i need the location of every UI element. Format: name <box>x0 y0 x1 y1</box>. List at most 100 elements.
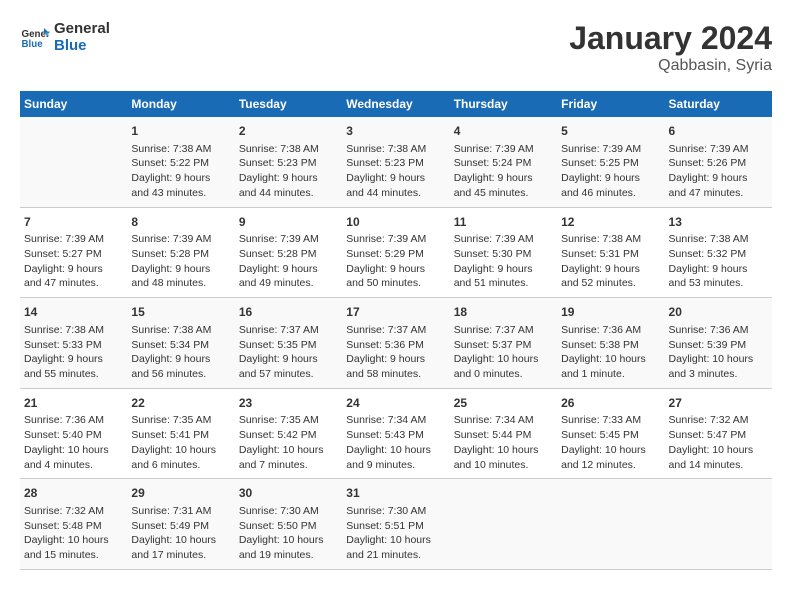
day-info: Sunrise: 7:38 AM Sunset: 5:23 PM Dayligh… <box>239 142 338 201</box>
calendar-cell: 8Sunrise: 7:39 AM Sunset: 5:28 PM Daylig… <box>127 207 234 298</box>
day-number: 19 <box>561 304 660 321</box>
day-info: Sunrise: 7:36 AM Sunset: 5:39 PM Dayligh… <box>669 323 768 382</box>
column-header-tuesday: Tuesday <box>235 91 342 117</box>
calendar-cell <box>20 117 127 207</box>
calendar-cell: 21Sunrise: 7:36 AM Sunset: 5:40 PM Dayli… <box>20 388 127 479</box>
day-info: Sunrise: 7:36 AM Sunset: 5:40 PM Dayligh… <box>24 413 123 472</box>
calendar-week-row: 7Sunrise: 7:39 AM Sunset: 5:27 PM Daylig… <box>20 207 772 298</box>
day-info: Sunrise: 7:38 AM Sunset: 5:31 PM Dayligh… <box>561 232 660 291</box>
calendar-cell: 22Sunrise: 7:35 AM Sunset: 5:41 PM Dayli… <box>127 388 234 479</box>
day-number: 26 <box>561 395 660 412</box>
calendar-cell <box>665 479 772 570</box>
day-info: Sunrise: 7:38 AM Sunset: 5:32 PM Dayligh… <box>669 232 768 291</box>
column-header-thursday: Thursday <box>450 91 557 117</box>
day-info: Sunrise: 7:38 AM Sunset: 5:23 PM Dayligh… <box>346 142 445 201</box>
column-header-saturday: Saturday <box>665 91 772 117</box>
day-info: Sunrise: 7:37 AM Sunset: 5:37 PM Dayligh… <box>454 323 553 382</box>
day-info: Sunrise: 7:39 AM Sunset: 5:26 PM Dayligh… <box>669 142 768 201</box>
day-number: 4 <box>454 123 553 140</box>
calendar-cell: 10Sunrise: 7:39 AM Sunset: 5:29 PM Dayli… <box>342 207 449 298</box>
calendar-cell: 25Sunrise: 7:34 AM Sunset: 5:44 PM Dayli… <box>450 388 557 479</box>
calendar-cell: 31Sunrise: 7:30 AM Sunset: 5:51 PM Dayli… <box>342 479 449 570</box>
day-info: Sunrise: 7:35 AM Sunset: 5:42 PM Dayligh… <box>239 413 338 472</box>
calendar-cell: 3 Sunrise: 7:38 AM Sunset: 5:23 PM Daylig… <box>342 117 449 207</box>
day-number: 10 <box>346 214 445 231</box>
calendar-cell: 11Sunrise: 7:39 AM Sunset: 5:30 PM Dayli… <box>450 207 557 298</box>
day-info: Sunrise: 7:30 AM Sunset: 5:50 PM Dayligh… <box>239 504 338 563</box>
calendar-table: SundayMondayTuesdayWednesdayThursdayFrid… <box>20 91 772 570</box>
calendar-cell: 29Sunrise: 7:31 AM Sunset: 5:49 PM Dayli… <box>127 479 234 570</box>
day-number: 8 <box>131 214 230 231</box>
calendar-subtitle: Qabbasin, Syria <box>569 57 772 75</box>
day-number: 14 <box>24 304 123 321</box>
day-number: 23 <box>239 395 338 412</box>
day-info: Sunrise: 7:32 AM Sunset: 5:48 PM Dayligh… <box>24 504 123 563</box>
column-header-monday: Monday <box>127 91 234 117</box>
calendar-cell: 26Sunrise: 7:33 AM Sunset: 5:45 PM Dayli… <box>557 388 664 479</box>
day-info: Sunrise: 7:34 AM Sunset: 5:44 PM Dayligh… <box>454 413 553 472</box>
day-info: Sunrise: 7:32 AM Sunset: 5:47 PM Dayligh… <box>669 413 768 472</box>
calendar-cell: 27Sunrise: 7:32 AM Sunset: 5:47 PM Dayli… <box>665 388 772 479</box>
calendar-cell: 1 Sunrise: 7:38 AM Sunset: 5:22 PM Daylig… <box>127 117 234 207</box>
day-info: Sunrise: 7:37 AM Sunset: 5:36 PM Dayligh… <box>346 323 445 382</box>
calendar-header-row: SundayMondayTuesdayWednesdayThursdayFrid… <box>20 91 772 117</box>
day-number: 9 <box>239 214 338 231</box>
day-number: 3 <box>346 123 445 140</box>
calendar-week-row: 21Sunrise: 7:36 AM Sunset: 5:40 PM Dayli… <box>20 388 772 479</box>
calendar-cell: 19 Sunrise: 7:36 AM Sunset: 5:38 PM Dayli… <box>557 298 664 389</box>
day-number: 12 <box>561 214 660 231</box>
calendar-week-row: 1 Sunrise: 7:38 AM Sunset: 5:22 PM Daylig… <box>20 117 772 207</box>
calendar-cell: 18 Sunrise: 7:37 AM Sunset: 5:37 PM Dayli… <box>450 298 557 389</box>
calendar-cell: 4Sunrise: 7:39 AM Sunset: 5:24 PM Daylig… <box>450 117 557 207</box>
logo: General Blue General Blue <box>20 20 110 54</box>
day-number: 16 <box>239 304 338 321</box>
calendar-cell: 6Sunrise: 7:39 AM Sunset: 5:26 PM Daylig… <box>665 117 772 207</box>
day-info: Sunrise: 7:38 AM Sunset: 5:22 PM Dayligh… <box>131 142 230 201</box>
calendar-cell: 5 Sunrise: 7:39 AM Sunset: 5:25 PM Daylig… <box>557 117 664 207</box>
day-number: 30 <box>239 485 338 502</box>
day-number: 2 <box>239 123 338 140</box>
column-header-wednesday: Wednesday <box>342 91 449 117</box>
day-number: 22 <box>131 395 230 412</box>
calendar-cell: 16 Sunrise: 7:37 AM Sunset: 5:35 PM Dayli… <box>235 298 342 389</box>
day-info: Sunrise: 7:35 AM Sunset: 5:41 PM Dayligh… <box>131 413 230 472</box>
calendar-cell: 28 Sunrise: 7:32 AM Sunset: 5:48 PM Dayli… <box>20 479 127 570</box>
calendar-cell: 14Sunrise: 7:38 AM Sunset: 5:33 PM Dayli… <box>20 298 127 389</box>
calendar-cell: 23Sunrise: 7:35 AM Sunset: 5:42 PM Dayli… <box>235 388 342 479</box>
day-info: Sunrise: 7:31 AM Sunset: 5:49 PM Dayligh… <box>131 504 230 563</box>
logo-blue: Blue <box>54 37 110 54</box>
day-number: 20 <box>669 304 768 321</box>
calendar-cell <box>557 479 664 570</box>
calendar-cell: 7Sunrise: 7:39 AM Sunset: 5:27 PM Daylig… <box>20 207 127 298</box>
calendar-cell: 12Sunrise: 7:38 AM Sunset: 5:31 PM Dayli… <box>557 207 664 298</box>
day-number: 5 <box>561 123 660 140</box>
day-info: Sunrise: 7:39 AM Sunset: 5:25 PM Dayligh… <box>561 142 660 201</box>
day-number: 21 <box>24 395 123 412</box>
calendar-week-row: 28 Sunrise: 7:32 AM Sunset: 5:48 PM Dayli… <box>20 479 772 570</box>
calendar-cell: 20 Sunrise: 7:36 AM Sunset: 5:39 PM Dayli… <box>665 298 772 389</box>
day-number: 24 <box>346 395 445 412</box>
day-number: 7 <box>24 214 123 231</box>
day-number: 18 <box>454 304 553 321</box>
day-number: 27 <box>669 395 768 412</box>
calendar-cell: 13Sunrise: 7:38 AM Sunset: 5:32 PM Dayli… <box>665 207 772 298</box>
day-info: Sunrise: 7:36 AM Sunset: 5:38 PM Dayligh… <box>561 323 660 382</box>
title-block: January 2024 Qabbasin, Syria <box>569 20 772 75</box>
day-number: 28 <box>24 485 123 502</box>
day-info: Sunrise: 7:37 AM Sunset: 5:35 PM Dayligh… <box>239 323 338 382</box>
logo-general: General <box>54 20 110 37</box>
day-number: 31 <box>346 485 445 502</box>
logo-icon: General Blue <box>20 22 50 52</box>
day-number: 15 <box>131 304 230 321</box>
calendar-title: January 2024 <box>569 20 772 57</box>
calendar-cell: 17Sunrise: 7:37 AM Sunset: 5:36 PM Dayli… <box>342 298 449 389</box>
day-number: 13 <box>669 214 768 231</box>
calendar-week-row: 14Sunrise: 7:38 AM Sunset: 5:33 PM Dayli… <box>20 298 772 389</box>
page-header: General Blue General Blue January 2024 Q… <box>20 20 772 75</box>
day-number: 1 <box>131 123 230 140</box>
calendar-cell: 2 Sunrise: 7:38 AM Sunset: 5:23 PM Daylig… <box>235 117 342 207</box>
calendar-cell: 24Sunrise: 7:34 AM Sunset: 5:43 PM Dayli… <box>342 388 449 479</box>
day-info: Sunrise: 7:33 AM Sunset: 5:45 PM Dayligh… <box>561 413 660 472</box>
day-number: 25 <box>454 395 553 412</box>
calendar-cell: 15Sunrise: 7:38 AM Sunset: 5:34 PM Dayli… <box>127 298 234 389</box>
